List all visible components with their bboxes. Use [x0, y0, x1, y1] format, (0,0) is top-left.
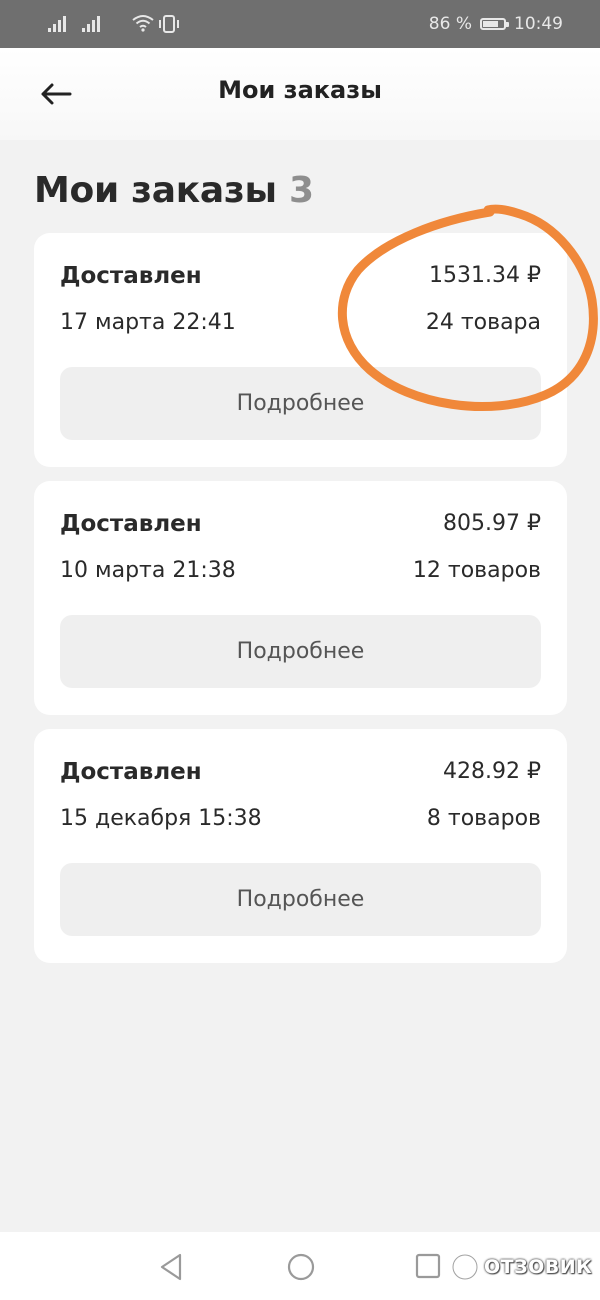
order-item-count: 12 товаров: [412, 558, 541, 583]
details-button[interactable]: Подробнее: [60, 615, 541, 688]
clock: 10:49: [514, 14, 563, 34]
order-card: Доставлен 805.97 ₽ 10 марта 21:38 12 тов…: [34, 481, 567, 715]
status-bar: 86 % 10:49: [0, 0, 600, 48]
orange-circle-annotation: [337, 204, 598, 412]
battery-icon: [480, 18, 509, 30]
page-title-text: Мои заказы: [34, 170, 277, 211]
order-date: 15 декабря 15:38: [60, 806, 262, 831]
order-status: Доставлен: [60, 759, 202, 785]
nav-back-icon[interactable]: [158, 1252, 184, 1282]
order-card: Доставлен 428.92 ₽ 15 декабря 15:38 8 то…: [34, 729, 567, 963]
order-price: 428.92 ₽: [443, 759, 541, 784]
order-item-count: 8 товаров: [426, 806, 541, 831]
watermark-text: ОТЗОВИК: [484, 1256, 593, 1278]
signal-icon: [82, 14, 100, 32]
status-icons-right: 86 % 10:49: [429, 13, 563, 35]
header-title: Мои заказы: [218, 76, 382, 104]
battery-level: [483, 21, 499, 27]
system-nav-bar: ОТЗОВИК: [0, 1232, 600, 1300]
app-header: Мои заказы: [0, 48, 600, 140]
otzovik-watermark: ОТЗОВИК: [450, 1252, 592, 1282]
page-title: Мои заказы 3: [34, 170, 314, 211]
nav-recents-icon[interactable]: [415, 1253, 441, 1279]
orders-count: 3: [288, 170, 314, 211]
order-status: Доставлен: [60, 511, 202, 537]
order-date: 10 марта 21:38: [60, 558, 236, 583]
order-status: Доставлен: [60, 263, 202, 289]
otzovik-logo-icon: [451, 1253, 479, 1281]
details-button[interactable]: Подробнее: [60, 863, 541, 936]
battery-percent: 86 %: [428, 14, 472, 34]
signal-icon: [48, 14, 66, 32]
vibrate-icon: [159, 15, 179, 33]
wifi-icon: [132, 15, 154, 32]
order-price: 805.97 ₽: [443, 511, 541, 536]
order-date: 17 марта 22:41: [60, 310, 236, 335]
nav-home-icon[interactable]: [286, 1252, 316, 1282]
